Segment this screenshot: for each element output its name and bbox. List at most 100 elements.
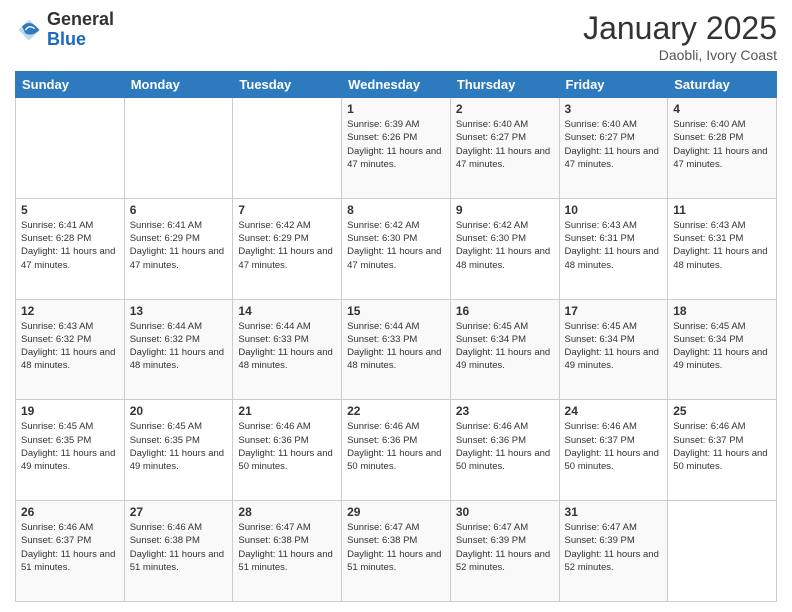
day-info: Sunrise: 6:47 AMSunset: 6:38 PMDaylight:…: [347, 521, 445, 574]
calendar-cell: [16, 98, 125, 199]
day-number: 17: [565, 304, 663, 318]
day-info: Sunrise: 6:42 AMSunset: 6:30 PMDaylight:…: [456, 219, 554, 272]
header-row: SundayMondayTuesdayWednesdayThursdayFrid…: [16, 72, 777, 98]
day-info: Sunrise: 6:39 AMSunset: 6:26 PMDaylight:…: [347, 118, 445, 171]
calendar-week-2: 12 Sunrise: 6:43 AMSunset: 6:32 PMDayligh…: [16, 299, 777, 400]
calendar-cell: 9 Sunrise: 6:42 AMSunset: 6:30 PMDaylight…: [450, 198, 559, 299]
day-header-monday: Monday: [124, 72, 233, 98]
day-info: Sunrise: 6:46 AMSunset: 6:36 PMDaylight:…: [238, 420, 336, 473]
day-number: 11: [673, 203, 771, 217]
day-number: 14: [238, 304, 336, 318]
day-info: Sunrise: 6:43 AMSunset: 6:32 PMDaylight:…: [21, 320, 119, 373]
calendar-cell: 18 Sunrise: 6:45 AMSunset: 6:34 PMDayligh…: [668, 299, 777, 400]
day-header-friday: Friday: [559, 72, 668, 98]
day-number: 5: [21, 203, 119, 217]
day-info: Sunrise: 6:45 AMSunset: 6:35 PMDaylight:…: [21, 420, 119, 473]
day-info: Sunrise: 6:46 AMSunset: 6:37 PMDaylight:…: [21, 521, 119, 574]
calendar-week-1: 5 Sunrise: 6:41 AMSunset: 6:28 PMDaylight…: [16, 198, 777, 299]
day-info: Sunrise: 6:43 AMSunset: 6:31 PMDaylight:…: [673, 219, 771, 272]
day-number: 10: [565, 203, 663, 217]
logo-text: General Blue: [47, 10, 114, 50]
day-info: Sunrise: 6:45 AMSunset: 6:34 PMDaylight:…: [565, 320, 663, 373]
calendar-cell: 7Sunrise: 6:42 AMSunset: 6:29 PMDaylight…: [233, 198, 342, 299]
calendar-cell: 28Sunrise: 6:47 AMSunset: 6:38 PMDayligh…: [233, 501, 342, 602]
day-number: 25: [673, 404, 771, 418]
calendar-cell: 4 Sunrise: 6:40 AMSunset: 6:28 PMDaylight…: [668, 98, 777, 199]
calendar-cell: [233, 98, 342, 199]
day-number: 30: [456, 505, 554, 519]
day-info: Sunrise: 6:40 AMSunset: 6:27 PMDaylight:…: [456, 118, 554, 171]
calendar-cell: 5 Sunrise: 6:41 AMSunset: 6:28 PMDaylight…: [16, 198, 125, 299]
day-info: Sunrise: 6:43 AMSunset: 6:31 PMDaylight:…: [565, 219, 663, 272]
logo-general: General: [47, 9, 114, 29]
day-number: 22: [347, 404, 445, 418]
calendar-cell: 22 Sunrise: 6:46 AMSunset: 6:36 PMDayligh…: [342, 400, 451, 501]
day-header-wednesday: Wednesday: [342, 72, 451, 98]
calendar-cell: 23Sunrise: 6:46 AMSunset: 6:36 PMDayligh…: [450, 400, 559, 501]
day-info: Sunrise: 6:44 AMSunset: 6:32 PMDaylight:…: [130, 320, 228, 373]
day-number: 2: [456, 102, 554, 116]
page: General Blue January 2025 Daobli, Ivory …: [0, 0, 792, 612]
logo-blue: Blue: [47, 29, 86, 49]
day-info: Sunrise: 6:45 AMSunset: 6:35 PMDaylight:…: [130, 420, 228, 473]
calendar-cell: 12 Sunrise: 6:43 AMSunset: 6:32 PMDayligh…: [16, 299, 125, 400]
day-info: Sunrise: 6:47 AMSunset: 6:39 PMDaylight:…: [565, 521, 663, 574]
day-number: 9: [456, 203, 554, 217]
day-number: 18: [673, 304, 771, 318]
calendar-cell: 14 Sunrise: 6:44 AMSunset: 6:33 PMDayligh…: [233, 299, 342, 400]
calendar-cell: 8Sunrise: 6:42 AMSunset: 6:30 PMDaylight…: [342, 198, 451, 299]
day-info: Sunrise: 6:47 AMSunset: 6:39 PMDaylight:…: [456, 521, 554, 574]
day-number: 3: [565, 102, 663, 116]
calendar: SundayMondayTuesdayWednesdayThursdayFrid…: [15, 71, 777, 602]
calendar-cell: [668, 501, 777, 602]
logo: General Blue: [15, 10, 114, 50]
day-number: 28: [238, 505, 336, 519]
day-header-tuesday: Tuesday: [233, 72, 342, 98]
calendar-cell: 15 Sunrise: 6:44 AMSunset: 6:33 PMDayligh…: [342, 299, 451, 400]
day-number: 15: [347, 304, 445, 318]
day-number: 31: [565, 505, 663, 519]
calendar-week-3: 19Sunrise: 6:45 AMSunset: 6:35 PMDayligh…: [16, 400, 777, 501]
calendar-cell: 10 Sunrise: 6:43 AMSunset: 6:31 PMDayligh…: [559, 198, 668, 299]
calendar-cell: 29 Sunrise: 6:47 AMSunset: 6:38 PMDayligh…: [342, 501, 451, 602]
day-number: 29: [347, 505, 445, 519]
day-info: Sunrise: 6:46 AMSunset: 6:36 PMDaylight:…: [456, 420, 554, 473]
day-number: 8: [347, 203, 445, 217]
day-info: Sunrise: 6:45 AMSunset: 6:34 PMDaylight:…: [673, 320, 771, 373]
day-number: 24: [565, 404, 663, 418]
calendar-cell: 24 Sunrise: 6:46 AMSunset: 6:37 PMDayligh…: [559, 400, 668, 501]
day-info: Sunrise: 6:44 AMSunset: 6:33 PMDaylight:…: [347, 320, 445, 373]
calendar-cell: 16Sunrise: 6:45 AMSunset: 6:34 PMDayligh…: [450, 299, 559, 400]
day-info: Sunrise: 6:44 AMSunset: 6:33 PMDaylight:…: [238, 320, 336, 373]
day-info: Sunrise: 6:42 AMSunset: 6:29 PMDaylight:…: [238, 219, 336, 272]
day-info: Sunrise: 6:41 AMSunset: 6:28 PMDaylight:…: [21, 219, 119, 272]
day-info: Sunrise: 6:41 AMSunset: 6:29 PMDaylight:…: [130, 219, 228, 272]
calendar-cell: 17 Sunrise: 6:45 AMSunset: 6:34 PMDayligh…: [559, 299, 668, 400]
calendar-cell: 30 Sunrise: 6:47 AMSunset: 6:39 PMDayligh…: [450, 501, 559, 602]
day-info: Sunrise: 6:46 AMSunset: 6:38 PMDaylight:…: [130, 521, 228, 574]
calendar-cell: 2 Sunrise: 6:40 AMSunset: 6:27 PMDaylight…: [450, 98, 559, 199]
calendar-cell: [124, 98, 233, 199]
calendar-cell: 31 Sunrise: 6:47 AMSunset: 6:39 PMDayligh…: [559, 501, 668, 602]
calendar-cell: 11 Sunrise: 6:43 AMSunset: 6:31 PMDayligh…: [668, 198, 777, 299]
day-number: 13: [130, 304, 228, 318]
logo-icon: [15, 16, 43, 44]
day-number: 12: [21, 304, 119, 318]
calendar-week-0: 1Sunrise: 6:39 AMSunset: 6:26 PMDaylight…: [16, 98, 777, 199]
calendar-cell: 27Sunrise: 6:46 AMSunset: 6:38 PMDayligh…: [124, 501, 233, 602]
calendar-header: SundayMondayTuesdayWednesdayThursdayFrid…: [16, 72, 777, 98]
calendar-cell: 25Sunrise: 6:46 AMSunset: 6:37 PMDayligh…: [668, 400, 777, 501]
day-info: Sunrise: 6:46 AMSunset: 6:37 PMDaylight:…: [565, 420, 663, 473]
calendar-cell: 3Sunrise: 6:40 AMSunset: 6:27 PMDaylight…: [559, 98, 668, 199]
day-header-sunday: Sunday: [16, 72, 125, 98]
day-info: Sunrise: 6:40 AMSunset: 6:28 PMDaylight:…: [673, 118, 771, 171]
day-number: 21: [238, 404, 336, 418]
title-section: January 2025 Daobli, Ivory Coast: [583, 10, 777, 63]
day-info: Sunrise: 6:45 AMSunset: 6:34 PMDaylight:…: [456, 320, 554, 373]
day-number: 4: [673, 102, 771, 116]
day-info: Sunrise: 6:46 AMSunset: 6:36 PMDaylight:…: [347, 420, 445, 473]
day-header-thursday: Thursday: [450, 72, 559, 98]
month-title: January 2025: [583, 10, 777, 47]
calendar-week-4: 26Sunrise: 6:46 AMSunset: 6:37 PMDayligh…: [16, 501, 777, 602]
calendar-cell: 6Sunrise: 6:41 AMSunset: 6:29 PMDaylight…: [124, 198, 233, 299]
